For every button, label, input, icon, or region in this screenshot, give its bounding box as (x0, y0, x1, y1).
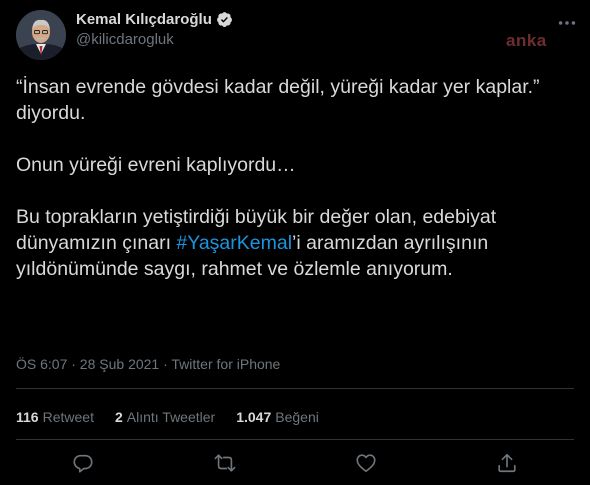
avatar[interactable] (16, 10, 66, 60)
engagement-stats: 116 Retweet 2 Alıntı Tweetler 1.047 Beğeni (16, 409, 319, 425)
like-button[interactable] (355, 452, 381, 478)
like-count-stat[interactable]: 1.047 Beğeni (236, 409, 319, 425)
retweet-icon (214, 454, 236, 472)
tweet-paragraph-quote: “İnsan evrende gövdesi kadar değil, yüre… (16, 76, 540, 124)
action-bar (0, 452, 590, 478)
author-handle[interactable]: @kilicdarogluk (76, 31, 174, 48)
retweet-count-stat[interactable]: 116 Retweet (16, 409, 94, 425)
more-options-icon[interactable] (556, 12, 578, 34)
verified-badge-icon (216, 12, 232, 27)
quote-count: 2 (114, 409, 123, 425)
tweet-paragraph-2: Onun yüreği evreni kaplıyordu… (16, 154, 296, 176)
heart-icon (356, 454, 376, 473)
retweet-count: 116 (16, 409, 39, 425)
like-label: Beğeni (275, 409, 319, 425)
share-button[interactable] (496, 452, 522, 478)
divider (16, 439, 574, 440)
share-icon (498, 453, 516, 473)
like-count: 1.047 (236, 409, 272, 425)
author-name-row: Kemal Kılıçdaroğlu (76, 11, 233, 28)
retweet-button[interactable] (214, 452, 240, 478)
reply-icon (73, 454, 93, 473)
tweet-timestamp[interactable]: ÖS 6:07 · 28 Şub 2021 · Twitter for iPho… (16, 356, 280, 372)
reply-button[interactable] (72, 452, 98, 478)
retweet-label: Retweet (42, 409, 94, 425)
watermark: anka (506, 31, 547, 50)
hashtag-link[interactable]: #YaşarKemal (176, 232, 292, 254)
quote-label: Alıntı Tweetler (126, 409, 216, 425)
tweet-paragraph-3: Bu toprakların yetiştirdiği büyük bir de… (16, 204, 561, 282)
quote-count-stat[interactable]: 2 Alıntı Tweetler (115, 409, 215, 425)
tweet-text: “İnsan evrende gövdesi kadar değil, yüre… (16, 74, 561, 282)
divider (16, 388, 574, 389)
author-name[interactable]: Kemal Kılıçdaroğlu (76, 11, 212, 28)
